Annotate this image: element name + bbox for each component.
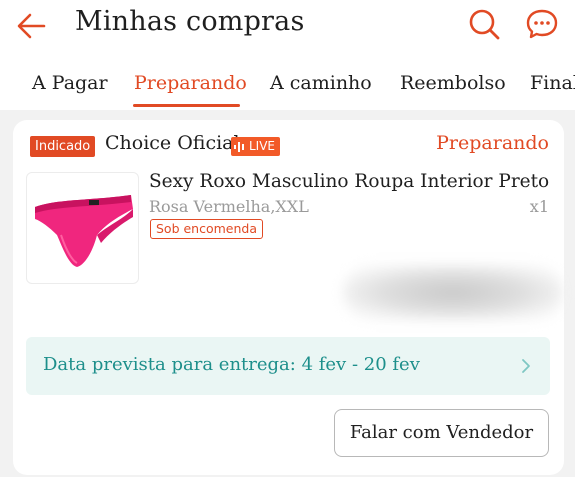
store-name[interactable]: Choice Oficial <box>105 132 240 154</box>
app-header: Minhas compras <box>0 0 575 60</box>
tab-final[interactable]: Final <box>530 72 575 94</box>
arrow-left-icon[interactable] <box>14 8 50 44</box>
product-quantity: x1 <box>529 197 549 216</box>
chevron-right-icon <box>522 359 530 373</box>
search-icon[interactable] <box>466 6 502 42</box>
product-variant: Rosa Vermelha,XXL <box>149 197 309 216</box>
sob-encomenda-tag: Sob encomenda <box>150 219 264 239</box>
chat-bubble-icon[interactable] <box>524 6 560 42</box>
order-status-tabs: A Pagar Preparando A caminho Reembolso F… <box>0 60 575 110</box>
indicado-badge: Indicado <box>30 136 96 157</box>
live-bars-icon <box>234 141 244 152</box>
pink-thong-underwear-image <box>35 195 133 267</box>
tab-reembolso[interactable]: Reembolso <box>400 72 506 94</box>
order-card[interactable]: Indicado Choice Oficial LIVE Preparando … <box>13 120 564 475</box>
contact-seller-button[interactable]: Falar com Vendedor <box>334 409 549 457</box>
tab-a-pagar[interactable]: A Pagar <box>32 72 108 94</box>
tab-preparando[interactable]: Preparando <box>134 72 247 94</box>
product-name[interactable]: Sexy Roxo Masculino Roupa Interior Preto… <box>149 171 549 192</box>
blurred-price-area <box>343 265 563 320</box>
delivery-estimate-text: Data prevista para entrega: 4 fev - 20 f… <box>43 354 420 375</box>
page-title: Minhas compras <box>75 6 305 37</box>
delivery-estimate-row[interactable]: Data prevista para entrega: 4 fev - 20 f… <box>26 337 550 395</box>
live-label: LIVE <box>249 139 276 153</box>
order-status: Preparando <box>436 132 549 154</box>
active-tab-indicator <box>133 104 240 107</box>
product-image[interactable] <box>26 172 139 284</box>
tab-a-caminho[interactable]: A caminho <box>270 72 372 94</box>
live-badge: LIVE <box>231 137 281 156</box>
